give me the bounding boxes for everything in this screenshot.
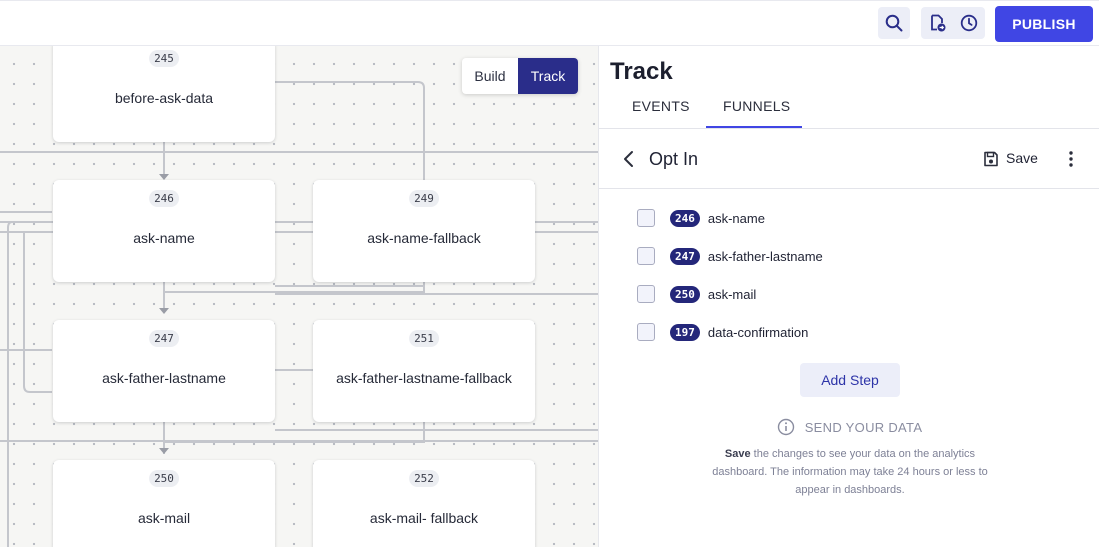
- flow-node[interactable]: 249 ask-name-fallback: [313, 180, 535, 282]
- node-label: before-ask-data: [114, 90, 214, 106]
- step-checkbox[interactable]: [637, 209, 655, 227]
- node-label: ask-mail- fallback: [369, 510, 479, 526]
- version-button-group: [921, 7, 985, 39]
- node-label: ask-father-lastname-fallback: [336, 370, 512, 386]
- funnel-step: 197 data-confirmation: [637, 321, 808, 343]
- tab-funnels[interactable]: FUNNELS: [723, 98, 790, 114]
- file-export-icon: [931, 14, 946, 32]
- node-label: ask-father-lastname: [102, 370, 226, 386]
- node-id-badge: 251: [409, 330, 439, 347]
- step-checkbox[interactable]: [637, 247, 655, 265]
- more-vertical-icon[interactable]: [1063, 148, 1079, 170]
- publish-button[interactable]: PUBLISH: [995, 6, 1093, 42]
- step-name: ask-name: [707, 210, 765, 226]
- step-id-badge: 250: [670, 285, 700, 303]
- chevron-left-icon[interactable]: [621, 149, 637, 169]
- save-funnel-button[interactable]: Save: [1006, 150, 1038, 166]
- node-label: ask-mail: [137, 510, 191, 526]
- top-toolbar: PUBLISH: [0, 0, 1099, 46]
- track-mode-button[interactable]: Track: [518, 58, 578, 94]
- flow-node[interactable]: 252 ask-mail- fallback: [313, 460, 535, 547]
- add-step-button[interactable]: Add Step: [800, 363, 900, 397]
- tab-events[interactable]: EVENTS: [632, 98, 690, 114]
- clock-icon: [960, 14, 978, 32]
- track-panel: Track EVENTS FUNNELS Opt In Save 246 ask…: [598, 46, 1099, 547]
- funnel-header: Opt In Save: [599, 129, 1099, 189]
- funnel-step: 246 ask-name: [637, 207, 765, 229]
- node-label: ask-name-fallback: [367, 230, 481, 246]
- node-id-badge: 247: [149, 330, 179, 347]
- flow-node[interactable]: 250 ask-mail: [53, 460, 275, 547]
- flow-node[interactable]: 251 ask-father-lastname-fallback: [313, 320, 535, 422]
- history-button[interactable]: [953, 7, 985, 39]
- flow-node[interactable]: 246 ask-name: [53, 180, 275, 282]
- help-bold: Save: [724, 448, 751, 460]
- node-id-badge: 249: [409, 190, 439, 207]
- active-tab-indicator: [706, 126, 802, 128]
- step-id-badge: 246: [670, 209, 700, 227]
- step-name: ask-father-lastname: [707, 248, 823, 264]
- panel-tabs: EVENTS FUNNELS: [599, 92, 1099, 129]
- panel-title: Track: [610, 58, 673, 85]
- search-button[interactable]: [878, 7, 910, 39]
- info-icon: [777, 418, 794, 436]
- node-id-badge: 245: [149, 50, 179, 67]
- funnel-step: 250 ask-mail: [637, 283, 756, 305]
- funnel-name: Opt In: [649, 149, 699, 169]
- step-id-badge: 247: [670, 247, 700, 265]
- flow-canvas[interactable]: 245 before-ask-data 246 ask-name 249 ask…: [0, 46, 598, 547]
- funnel-step: 247 ask-father-lastname: [637, 245, 823, 267]
- save-version-button[interactable]: [921, 7, 953, 39]
- mode-toggle: Build Track: [462, 58, 578, 94]
- step-name: data-confirmation: [707, 324, 809, 340]
- help-body: the changes to see your data on the anal…: [712, 448, 988, 496]
- build-mode-button[interactable]: Build: [462, 58, 518, 94]
- help-text: Save the changes to see your data on the…: [706, 445, 994, 499]
- flow-node[interactable]: 245 before-ask-data: [53, 46, 275, 142]
- send-data-title: SEND YOUR DATA: [804, 419, 923, 435]
- node-id-badge: 252: [409, 470, 439, 487]
- node-id-badge: 246: [149, 190, 179, 207]
- send-data-heading: SEND YOUR DATA: [599, 417, 1099, 437]
- search-icon: [885, 14, 903, 32]
- flow-node[interactable]: 247 ask-father-lastname: [53, 320, 275, 422]
- step-checkbox[interactable]: [637, 285, 655, 303]
- floppy-disk-icon[interactable]: [982, 150, 1000, 168]
- node-label: ask-name: [133, 230, 195, 246]
- step-checkbox[interactable]: [637, 323, 655, 341]
- node-id-badge: 250: [149, 470, 179, 487]
- step-id-badge: 197: [670, 323, 700, 341]
- step-name: ask-mail: [707, 286, 757, 302]
